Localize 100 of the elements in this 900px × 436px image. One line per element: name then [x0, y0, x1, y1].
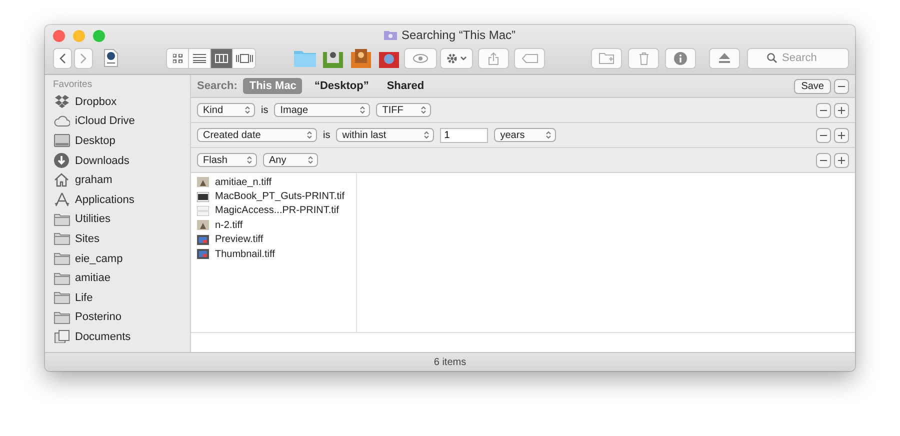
- remove-criteria-button[interactable]: [816, 128, 831, 142]
- criteria-popup[interactable]: Flash: [197, 153, 257, 167]
- chevron-left-icon: [59, 52, 66, 64]
- action-menu-button[interactable]: [440, 48, 473, 68]
- search-field[interactable]: Search: [747, 48, 849, 68]
- sidebar-item[interactable]: Documents: [75, 330, 131, 343]
- value-field[interactable]: 1: [440, 128, 488, 142]
- criteria-popup[interactable]: Created date: [197, 128, 317, 142]
- criteria-popup[interactable]: years: [494, 128, 556, 142]
- image-thumbnail-icon: [197, 177, 209, 188]
- view-mode-button[interactable]: [167, 48, 189, 68]
- folder-icon: [54, 232, 70, 246]
- chevron-right-icon: [80, 52, 87, 64]
- view-mode-button[interactable]: [233, 48, 255, 68]
- file-name[interactable]: n-2.tiff: [215, 220, 243, 231]
- criteria-popup[interactable]: Kind: [197, 103, 255, 117]
- sidebar-item[interactable]: Sites: [75, 232, 100, 245]
- documents-icon: [54, 330, 70, 344]
- search-icon: [767, 52, 777, 62]
- folder-icon[interactable]: [351, 48, 371, 68]
- folder-icon: [54, 272, 70, 285]
- columns-icon: [215, 54, 228, 62]
- tag-icon: [522, 54, 538, 62]
- desktop-icon: [54, 134, 70, 148]
- plus-icon: [838, 132, 845, 138]
- view-mode-control[interactable]: [166, 48, 256, 68]
- plus-icon: [838, 156, 845, 164]
- file-name[interactable]: MagicAccess...PR-PRINT.tif: [215, 205, 339, 216]
- gear-icon: [446, 52, 468, 64]
- remove-button[interactable]: [834, 78, 849, 94]
- home-icon: [54, 173, 69, 188]
- smart-folder-icon: [384, 30, 398, 40]
- sidebar-item[interactable]: iCloud Drive: [75, 115, 135, 128]
- search-scope-button[interactable]: “Desktop”: [308, 78, 375, 94]
- criteria-popup[interactable]: Image: [274, 103, 370, 117]
- sidebar-item[interactable]: Utilities: [75, 213, 110, 226]
- plus-icon: [838, 106, 845, 114]
- new-folder-icon: [598, 52, 614, 64]
- stepper-icon: [360, 106, 366, 114]
- list-icon: [193, 54, 206, 62]
- stepper-icon: [245, 106, 250, 114]
- remove-criteria-button[interactable]: [816, 152, 831, 168]
- sidebar-item[interactable]: Life: [75, 292, 93, 304]
- eject-button[interactable]: [709, 48, 740, 68]
- folder-icon: [54, 310, 70, 324]
- stepper-icon: [308, 156, 313, 164]
- sidebar-heading: Favorites: [53, 78, 94, 92]
- view-mode-button[interactable]: [211, 48, 233, 68]
- criteria-operator: is: [261, 104, 268, 116]
- criteria-popup[interactable]: within last: [336, 128, 434, 142]
- folder-icon: [54, 252, 70, 266]
- image-thumbnail-icon: [197, 249, 209, 260]
- save-button[interactable]: Save: [794, 78, 831, 94]
- add-criteria-button[interactable]: [834, 128, 849, 142]
- cloud-icon: [54, 115, 70, 128]
- window-title: Searching “This Mac”: [401, 28, 516, 42]
- file-name[interactable]: amitiae_n.tiff: [215, 176, 272, 188]
- search-scope-label: Search:: [197, 80, 238, 92]
- sidebar-item[interactable]: Posterino: [75, 311, 122, 324]
- file-name[interactable]: MacBook_PT_Guts-PRINT.tif: [215, 191, 344, 202]
- folder-icon: [54, 291, 70, 304]
- status-bar: 6 items: [45, 352, 855, 371]
- share-icon: [488, 52, 499, 64]
- back-button[interactable]: [53, 48, 72, 68]
- image-thumbnail-icon: [197, 234, 209, 245]
- criteria-popup[interactable]: TIFF: [376, 103, 432, 117]
- sidebar-item[interactable]: Dropbox: [75, 96, 117, 108]
- sidebar-item[interactable]: Applications: [75, 194, 134, 206]
- image-thumbnail-icon: [197, 206, 209, 216]
- applications-icon: [54, 192, 70, 208]
- eye-icon: [413, 54, 428, 62]
- stepper-icon: [421, 106, 426, 114]
- add-criteria-button[interactable]: [834, 102, 849, 118]
- search-scope-button[interactable]: Shared: [380, 78, 430, 94]
- eject-icon: [719, 53, 730, 63]
- file-name[interactable]: Preview.tiff: [215, 234, 264, 246]
- remove-criteria-button[interactable]: [816, 102, 831, 118]
- quick-look-button[interactable]: [404, 48, 437, 68]
- add-criteria-button[interactable]: [834, 152, 849, 168]
- image-thumbnail-icon: [197, 192, 209, 202]
- folder-icon: [54, 212, 70, 226]
- stepper-icon: [424, 131, 430, 139]
- document-icon[interactable]: [104, 49, 118, 67]
- stepper-icon: [546, 131, 552, 139]
- sidebar-item[interactable]: graham: [75, 174, 112, 186]
- criteria-operator: is: [323, 130, 330, 140]
- sidebar-item[interactable]: Downloads: [75, 154, 130, 167]
- sidebar-item[interactable]: eie_camp: [75, 252, 123, 265]
- sidebar-item[interactable]: amitiae: [75, 272, 110, 284]
- criteria-popup[interactable]: Any: [263, 153, 318, 167]
- download-icon: [54, 153, 69, 168]
- grid-icon: [172, 54, 182, 62]
- dropbox-icon: [54, 95, 68, 108]
- image-thumbnail-icon: [197, 220, 209, 230]
- file-name[interactable]: Thumbnail.tiff: [215, 248, 275, 260]
- sidebar-item[interactable]: Desktop: [75, 134, 116, 147]
- stepper-icon: [307, 131, 312, 139]
- info-icon: [674, 52, 687, 64]
- info-button[interactable]: [665, 48, 696, 68]
- close-button[interactable]: [53, 30, 65, 42]
